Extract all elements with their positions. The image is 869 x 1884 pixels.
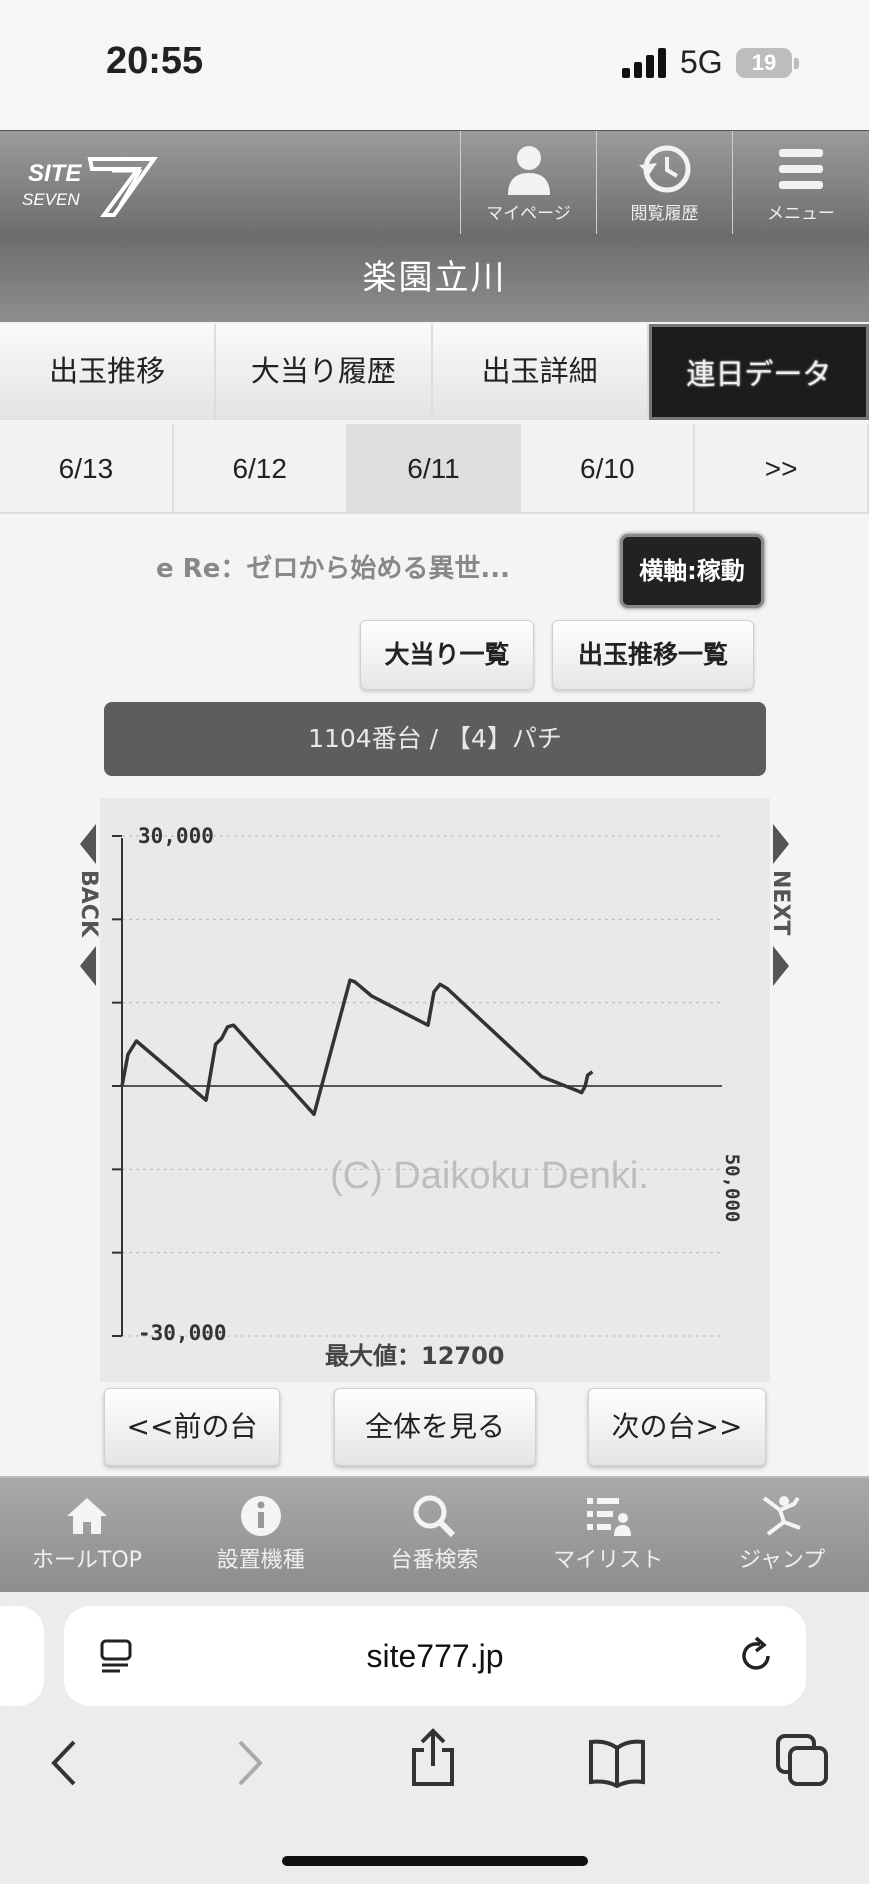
nav-my-list-label: マイリスト bbox=[553, 1548, 664, 1573]
person-icon bbox=[507, 146, 550, 195]
status-bar: 20:55 5G 19 bbox=[0, 0, 869, 130]
next-machine-button[interactable]: 次の台>> bbox=[588, 1388, 766, 1466]
bottom-nav: ホールTOP 設置機種 台番検索 マイリスト ジャンプ bbox=[0, 1476, 869, 1592]
history-icon bbox=[638, 145, 690, 193]
payout-series-line bbox=[120, 978, 594, 1117]
x-max-label: 50,000 bbox=[721, 1154, 743, 1223]
view-all-button[interactable]: 全体を見る bbox=[334, 1388, 536, 1466]
address-bar[interactable]: site777.jp bbox=[64, 1606, 806, 1706]
jump-icon bbox=[762, 1496, 801, 1536]
share-icon[interactable] bbox=[408, 1728, 458, 1788]
date-selector: 6/13 6/12 6/11 6/10 >> bbox=[0, 424, 869, 514]
next-arrow-down-icon[interactable] bbox=[773, 946, 789, 986]
svg-text:SEVEN: SEVEN bbox=[22, 190, 80, 209]
next-label[interactable]: NEXT bbox=[768, 870, 793, 935]
svg-text:SITE: SITE bbox=[28, 160, 82, 187]
chart-svg: (C) Daikoku Denki. 30,000 -30,000 50,000… bbox=[112, 824, 743, 1370]
date-item[interactable]: 6/12 bbox=[173, 424, 348, 512]
date-item[interactable]: 6/10 bbox=[521, 424, 696, 512]
jackpot-list-button[interactable]: 大当り一覧 bbox=[360, 620, 534, 690]
site-header: SITE SEVEN マイページ 閲覧履歴 メニュー bbox=[0, 130, 869, 235]
payout-chart: (C) Daikoku Denki. 30,000 -30,000 50,000… bbox=[100, 798, 770, 1382]
nav-hall-top[interactable]: ホールTOP bbox=[0, 1478, 174, 1592]
history-button[interactable]: 閲覧履歴 bbox=[596, 131, 732, 235]
back-icon[interactable] bbox=[46, 1738, 82, 1788]
search-icon bbox=[413, 1495, 456, 1538]
home-icon bbox=[66, 1498, 107, 1534]
machine-name: e Re：ゼロから始める異世... bbox=[156, 554, 510, 584]
nav-hall-top-label: ホールTOP bbox=[31, 1548, 142, 1573]
list-icon bbox=[587, 1498, 632, 1536]
ytick-label-top: 30,000 bbox=[138, 824, 214, 848]
url-text: site777.jp bbox=[366, 1638, 504, 1674]
nav-machine-search-label: 台番検索 bbox=[390, 1548, 479, 1573]
nav-my-list[interactable]: マイリスト bbox=[521, 1478, 695, 1592]
ytick-label-bottom: -30,000 bbox=[138, 1321, 227, 1345]
nav-jump[interactable]: ジャンプ bbox=[695, 1478, 869, 1592]
date-more-button[interactable]: >> bbox=[695, 424, 869, 512]
nav-machine-search[interactable]: 台番検索 bbox=[348, 1478, 522, 1592]
date-item-active[interactable]: 6/11 bbox=[347, 424, 522, 512]
battery-icon: 19 bbox=[736, 48, 792, 78]
previous-tab-card[interactable] bbox=[0, 1606, 44, 1706]
nav-installed-machines[interactable]: 設置機種 bbox=[174, 1478, 348, 1592]
mypage-button[interactable]: マイページ bbox=[460, 131, 596, 235]
back-arrow-up-icon[interactable] bbox=[80, 824, 96, 864]
axis-toggle-button[interactable]: 横軸:稼動 bbox=[620, 534, 764, 608]
home-indicator[interactable] bbox=[282, 1856, 588, 1866]
forward-icon[interactable] bbox=[232, 1738, 268, 1788]
tab-payout-trend[interactable]: 出玉推移 bbox=[0, 324, 217, 420]
battery-cap bbox=[794, 58, 799, 69]
max-value-label: 最大値：12700 bbox=[325, 1342, 505, 1370]
menu-button[interactable]: メニュー bbox=[732, 131, 869, 235]
next-arrow-up-icon[interactable] bbox=[773, 824, 789, 864]
tab-bar: 出玉推移 大当り履歴 出玉詳細 連日データ bbox=[0, 324, 869, 420]
hall-title: 楽園立川 bbox=[0, 234, 869, 322]
signal-icon bbox=[622, 48, 666, 78]
prev-machine-button[interactable]: <<前の台 bbox=[104, 1388, 280, 1466]
status-time: 20:55 bbox=[106, 40, 204, 82]
nav-jump-label: ジャンプ bbox=[738, 1548, 826, 1573]
tabs-icon[interactable] bbox=[774, 1732, 830, 1788]
payout-list-button[interactable]: 出玉推移一覧 bbox=[552, 620, 754, 690]
mypage-label: マイページ bbox=[486, 204, 571, 224]
network-label: 5G bbox=[680, 44, 723, 80]
tab-jackpot-history[interactable]: 大当り履歴 bbox=[216, 324, 433, 420]
machine-number-bar: 1104番台 / 【4】パチ bbox=[104, 702, 766, 776]
browser-toolbar: site777.jp bbox=[0, 1592, 869, 1884]
back-label[interactable]: BACK bbox=[76, 870, 101, 937]
nav-installed-machines-label: 設置機種 bbox=[216, 1548, 305, 1573]
menu-label: メニュー bbox=[767, 204, 835, 224]
bookmarks-icon[interactable] bbox=[588, 1738, 646, 1788]
menu-icon bbox=[779, 149, 823, 189]
history-label: 閲覧履歴 bbox=[630, 204, 699, 224]
date-item[interactable]: 6/13 bbox=[0, 424, 174, 512]
tab-payout-detail[interactable]: 出玉詳細 bbox=[432, 324, 649, 420]
tab-daily-data[interactable]: 連日データ bbox=[648, 324, 869, 420]
back-arrow-down-icon[interactable] bbox=[80, 946, 96, 986]
site-seven-logo[interactable]: SITE SEVEN bbox=[20, 149, 160, 219]
watermark: (C) Daikoku Denki. bbox=[330, 1155, 649, 1197]
reload-icon[interactable] bbox=[736, 1636, 776, 1676]
info-icon bbox=[240, 1496, 281, 1536]
